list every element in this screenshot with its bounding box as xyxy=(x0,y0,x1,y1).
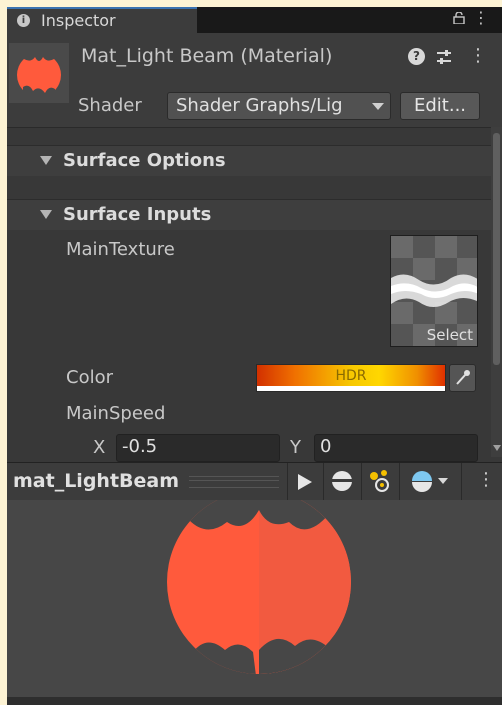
foldout-label: Surface Options xyxy=(63,150,226,171)
shader-dropdown-value: Shader Graphs/Lig xyxy=(176,95,343,116)
edit-shader-button[interactable]: Edit... xyxy=(400,92,480,120)
main-texture-slot[interactable]: Select xyxy=(390,235,478,347)
inspector-panel: i Inspector ⋮ Mat_Light Beam (Material) … xyxy=(7,7,502,705)
material-thumbnail xyxy=(9,43,69,103)
kebab-menu-icon[interactable]: ⋮ xyxy=(473,10,489,26)
preview-lights-button[interactable] xyxy=(361,463,399,500)
scroll-down-arrow-icon[interactable] xyxy=(493,445,501,451)
material-preview-area[interactable] xyxy=(7,490,502,697)
main-speed-label: MainSpeed xyxy=(66,403,166,424)
kebab-menu-icon[interactable]: ⋮ xyxy=(469,45,487,66)
presets-icon[interactable] xyxy=(435,48,453,66)
foldout-surface-options[interactable]: Surface Options xyxy=(7,145,491,176)
chevron-down-icon xyxy=(372,103,384,110)
preview-footer xyxy=(7,697,502,705)
preview-toolbar: mat_LightBeam ⋮ xyxy=(7,462,502,501)
tab-bar: i Inspector ⋮ xyxy=(7,7,502,33)
inspector-scrollbar[interactable] xyxy=(491,127,502,457)
preview-mesh-button[interactable] xyxy=(323,463,361,500)
x-label: X xyxy=(93,437,106,458)
info-icon: i xyxy=(17,14,30,27)
sphere-mesh-icon xyxy=(331,471,353,491)
material-header: Mat_Light Beam (Material) ? ⋮ Shader Sha… xyxy=(7,33,502,128)
shader-label: Shader xyxy=(78,95,142,116)
play-icon xyxy=(298,474,312,490)
color-label: Color xyxy=(66,367,113,388)
background-sphere-icon xyxy=(412,471,448,492)
preview-title: mat_LightBeam xyxy=(13,470,180,492)
tab-label: Inspector xyxy=(41,11,116,30)
main-speed-y-field[interactable]: 0 xyxy=(314,434,478,462)
preview-menu-button[interactable]: ⋮ xyxy=(461,463,502,500)
lights-icon xyxy=(370,470,389,492)
hdr-label: HDR xyxy=(335,368,367,384)
scrollbar-thumb[interactable] xyxy=(493,133,500,365)
foldout-arrow-icon xyxy=(40,210,52,219)
main-texture-label: MainTexture xyxy=(66,239,175,260)
tab-inspector[interactable]: i Inspector xyxy=(7,7,197,33)
foldout-surface-inputs[interactable]: Surface Inputs xyxy=(7,199,491,230)
color-field[interactable]: HDR xyxy=(256,364,446,392)
foldout-label: Surface Inputs xyxy=(63,204,212,225)
eyedropper-icon xyxy=(456,370,470,385)
eyedropper-button[interactable] xyxy=(449,364,476,392)
kebab-menu-icon: ⋮ xyxy=(477,469,495,490)
foldout-arrow-icon xyxy=(40,156,52,165)
shader-dropdown[interactable]: Shader Graphs/Lig xyxy=(167,92,391,120)
play-button[interactable] xyxy=(287,463,323,500)
lock-icon[interactable] xyxy=(453,12,465,24)
help-icon[interactable]: ? xyxy=(408,48,425,65)
main-speed-x-field[interactable]: -0.5 xyxy=(116,434,280,462)
preview-background-dropdown[interactable] xyxy=(399,463,461,500)
y-label: Y xyxy=(290,437,301,458)
drag-handle[interactable] xyxy=(189,476,279,488)
color-alpha-bar xyxy=(257,386,445,391)
texture-select-button[interactable]: Select xyxy=(427,326,473,344)
material-preview-sphere xyxy=(167,490,351,674)
material-title: Mat_Light Beam (Material) xyxy=(81,45,333,67)
